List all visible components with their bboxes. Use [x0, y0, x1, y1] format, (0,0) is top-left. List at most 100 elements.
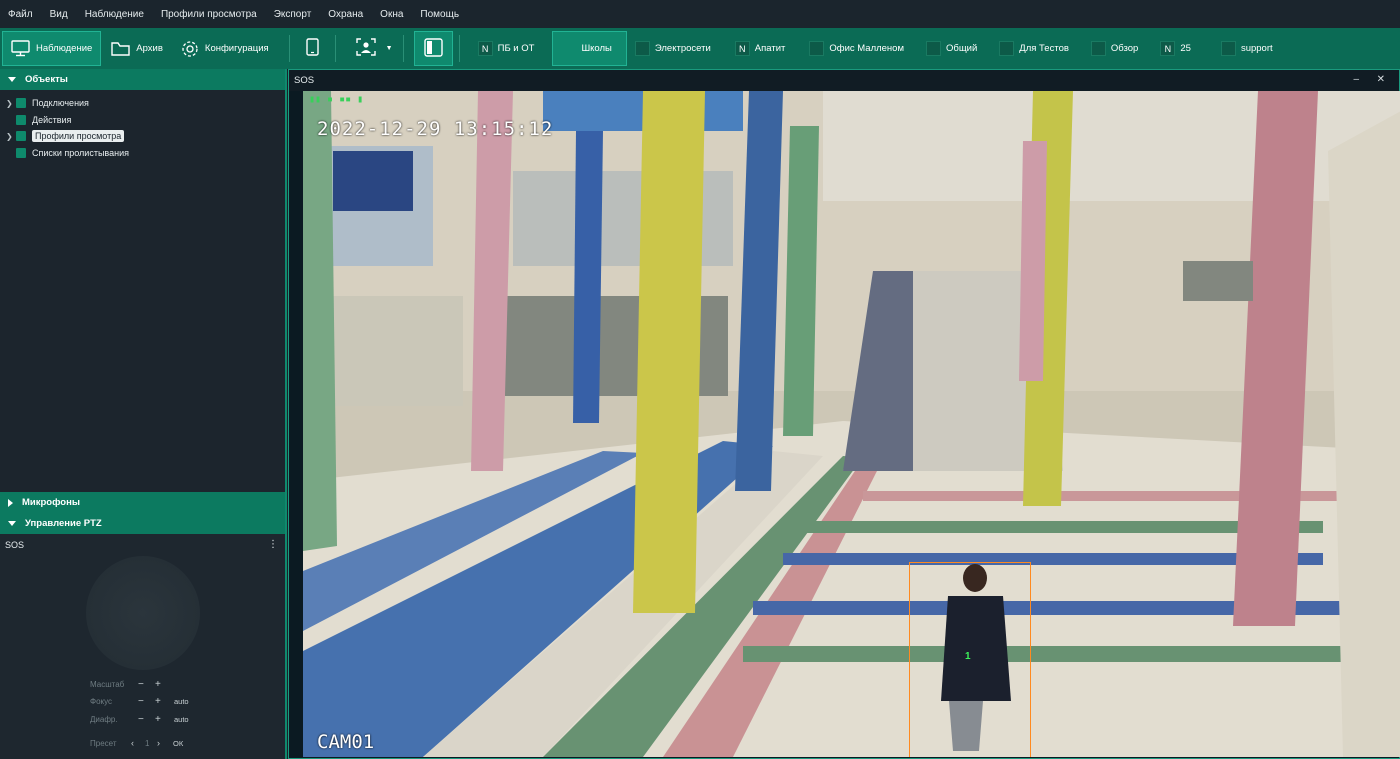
- zoom-plus-button[interactable]: +: [155, 679, 172, 690]
- tree-item-label: Списки пролистывания: [32, 147, 129, 158]
- preset-ok-button[interactable]: ОК: [173, 739, 183, 748]
- tree-item-connections[interactable]: ❯ Подключения: [6, 95, 285, 112]
- microphones-section-title: Микрофоны: [22, 497, 80, 508]
- connections-icon: [16, 98, 26, 109]
- mode-monitoring-label: Наблюдение: [36, 43, 93, 54]
- grid-icon: [926, 41, 941, 56]
- monitor-icon: [11, 40, 30, 57]
- grid-icon: [634, 41, 650, 56]
- minimize-icon[interactable]: –: [1353, 74, 1359, 85]
- more-vertical-icon[interactable]: ⋮: [268, 539, 278, 550]
- profile-tab[interactable]: Школы: [552, 31, 627, 66]
- menu-file[interactable]: Файл: [8, 9, 33, 20]
- menu-security[interactable]: Охрана: [328, 9, 363, 20]
- mode-configuration-button[interactable]: Конфигурация: [173, 31, 277, 66]
- objects-section-title: Объекты: [25, 74, 68, 85]
- preset-next-button[interactable]: ›: [157, 738, 171, 748]
- tree-item-label: Действия: [32, 114, 72, 125]
- menu-bar: Файл Вид Наблюдение Профили просмотра Эк…: [0, 0, 1400, 28]
- focus-control: Фокус − + auto: [90, 696, 189, 707]
- face-detect-button[interactable]: [342, 31, 382, 66]
- viewer-header: SOS – ✕: [289, 70, 1399, 91]
- profile-tab[interactable]: N Апатит: [727, 31, 794, 66]
- tablet-layout-button[interactable]: [296, 31, 329, 66]
- preset-control: Пресет ‹ 1 › ОК: [90, 738, 183, 748]
- expand-arrow-icon[interactable]: ❯: [6, 99, 16, 108]
- profile-tab[interactable]: support: [1213, 31, 1281, 66]
- focus-label: Фокус: [90, 697, 113, 706]
- profile-tab[interactable]: Обзор: [1083, 31, 1146, 66]
- camera-scene: [303, 91, 1400, 757]
- focus-minus-button[interactable]: −: [138, 696, 155, 707]
- menu-view-profiles[interactable]: Профили просмотра: [161, 9, 257, 20]
- profile-label: ПБ и ОТ: [497, 43, 535, 54]
- mode-archive-label: Архив: [136, 43, 163, 54]
- tree-item-actions[interactable]: Действия: [6, 112, 285, 129]
- preset-prev-button[interactable]: ‹: [131, 738, 145, 748]
- aperture-minus-button[interactable]: −: [138, 714, 155, 725]
- profile-badge: N: [1160, 41, 1176, 56]
- profile-tab[interactable]: Общий: [918, 31, 985, 66]
- track-id-label: 1: [965, 651, 971, 662]
- main-toolbar: Наблюдение Архив Конфигурация ▼ N ПБ и О: [0, 28, 1400, 69]
- ptz-section-header[interactable]: Управление PTZ: [0, 513, 285, 534]
- mode-monitoring-button[interactable]: Наблюдение: [2, 31, 102, 66]
- profile-tab[interactable]: Офис Малленом: [801, 31, 912, 66]
- focus-auto-button[interactable]: auto: [174, 697, 189, 706]
- profile-label: Школы: [581, 43, 612, 54]
- aperture-label: Диафр.: [90, 715, 118, 724]
- gear-icon: [181, 40, 199, 58]
- profile-label: Офис Малленом: [829, 43, 904, 54]
- profile-tab[interactable]: N ПБ и ОТ: [470, 31, 543, 66]
- profile-tab[interactable]: Электросети: [627, 31, 719, 66]
- microphones-section-header[interactable]: Микрофоны: [0, 492, 285, 513]
- caret-down-icon: ▼: [385, 45, 393, 52]
- side-panel-toggle-button[interactable]: [413, 31, 453, 66]
- actions-icon: [16, 114, 26, 125]
- preset-label: Пресет: [90, 738, 117, 748]
- face-detect-dropdown[interactable]: ▼: [382, 31, 397, 66]
- menu-help[interactable]: Помощь: [420, 9, 459, 20]
- camera-feed[interactable]: ▮▮ ▪ ▪▪ ▮ 2022-12-29 13:15:12 1 CAM01: [303, 91, 1400, 757]
- zoom-minus-button[interactable]: −: [138, 679, 155, 690]
- menu-export[interactable]: Экспорт: [274, 9, 312, 20]
- objects-section-header[interactable]: Объекты: [0, 69, 285, 90]
- ptz-section-title: Управление PTZ: [25, 518, 102, 529]
- tree-item-view-profiles[interactable]: ❯ Профили просмотра: [6, 128, 285, 145]
- menu-monitoring[interactable]: Наблюдение: [85, 9, 144, 20]
- tree-item-label: Подключения: [32, 98, 89, 109]
- objects-tree: ❯ Подключения Действия ❯ Профили просмот…: [0, 90, 285, 492]
- ptz-panel: SOS ⋮ Масштаб − + Фокус − + auto Диафр. …: [0, 534, 285, 759]
- toolbar-separator: [288, 35, 290, 62]
- aperture-control: Диафр. − + auto: [90, 714, 189, 725]
- ptz-joystick[interactable]: [86, 556, 200, 670]
- profile-label: Общий: [946, 43, 978, 54]
- profile-badge: N: [734, 41, 750, 56]
- grid-icon: [561, 41, 577, 56]
- expand-arrow-icon[interactable]: ❯: [6, 132, 16, 141]
- aperture-auto-button[interactable]: auto: [174, 715, 189, 724]
- viewer-title: SOS: [294, 75, 315, 86]
- osd-camera-name: CAM01: [317, 731, 375, 753]
- panel-layout-icon: [423, 37, 443, 60]
- profile-tab[interactable]: N 25: [1152, 31, 1199, 66]
- profile-label: Апатит: [754, 43, 786, 54]
- mode-archive-button[interactable]: Архив: [103, 31, 171, 66]
- tree-item-scroll-lists[interactable]: Списки пролистывания: [6, 145, 285, 162]
- menu-windows[interactable]: Окна: [380, 9, 403, 20]
- profile-tab[interactable]: Для Тестов: [991, 31, 1077, 66]
- collapse-arrow-icon: [8, 521, 16, 526]
- face-frame-icon: [355, 38, 376, 59]
- grid-icon: [999, 41, 1015, 56]
- toolbar-separator: [458, 35, 460, 62]
- grid-icon: [809, 41, 825, 56]
- view-profiles-icon: [16, 131, 26, 142]
- profile-label: support: [1240, 43, 1273, 54]
- profile-badge: N: [477, 41, 493, 56]
- close-icon[interactable]: ✕: [1377, 74, 1385, 85]
- focus-plus-button[interactable]: +: [155, 696, 172, 707]
- aperture-plus-button[interactable]: +: [155, 714, 172, 725]
- toolbar-separator: [402, 35, 404, 62]
- profile-label: 25: [1180, 43, 1191, 54]
- menu-view[interactable]: Вид: [50, 9, 68, 20]
